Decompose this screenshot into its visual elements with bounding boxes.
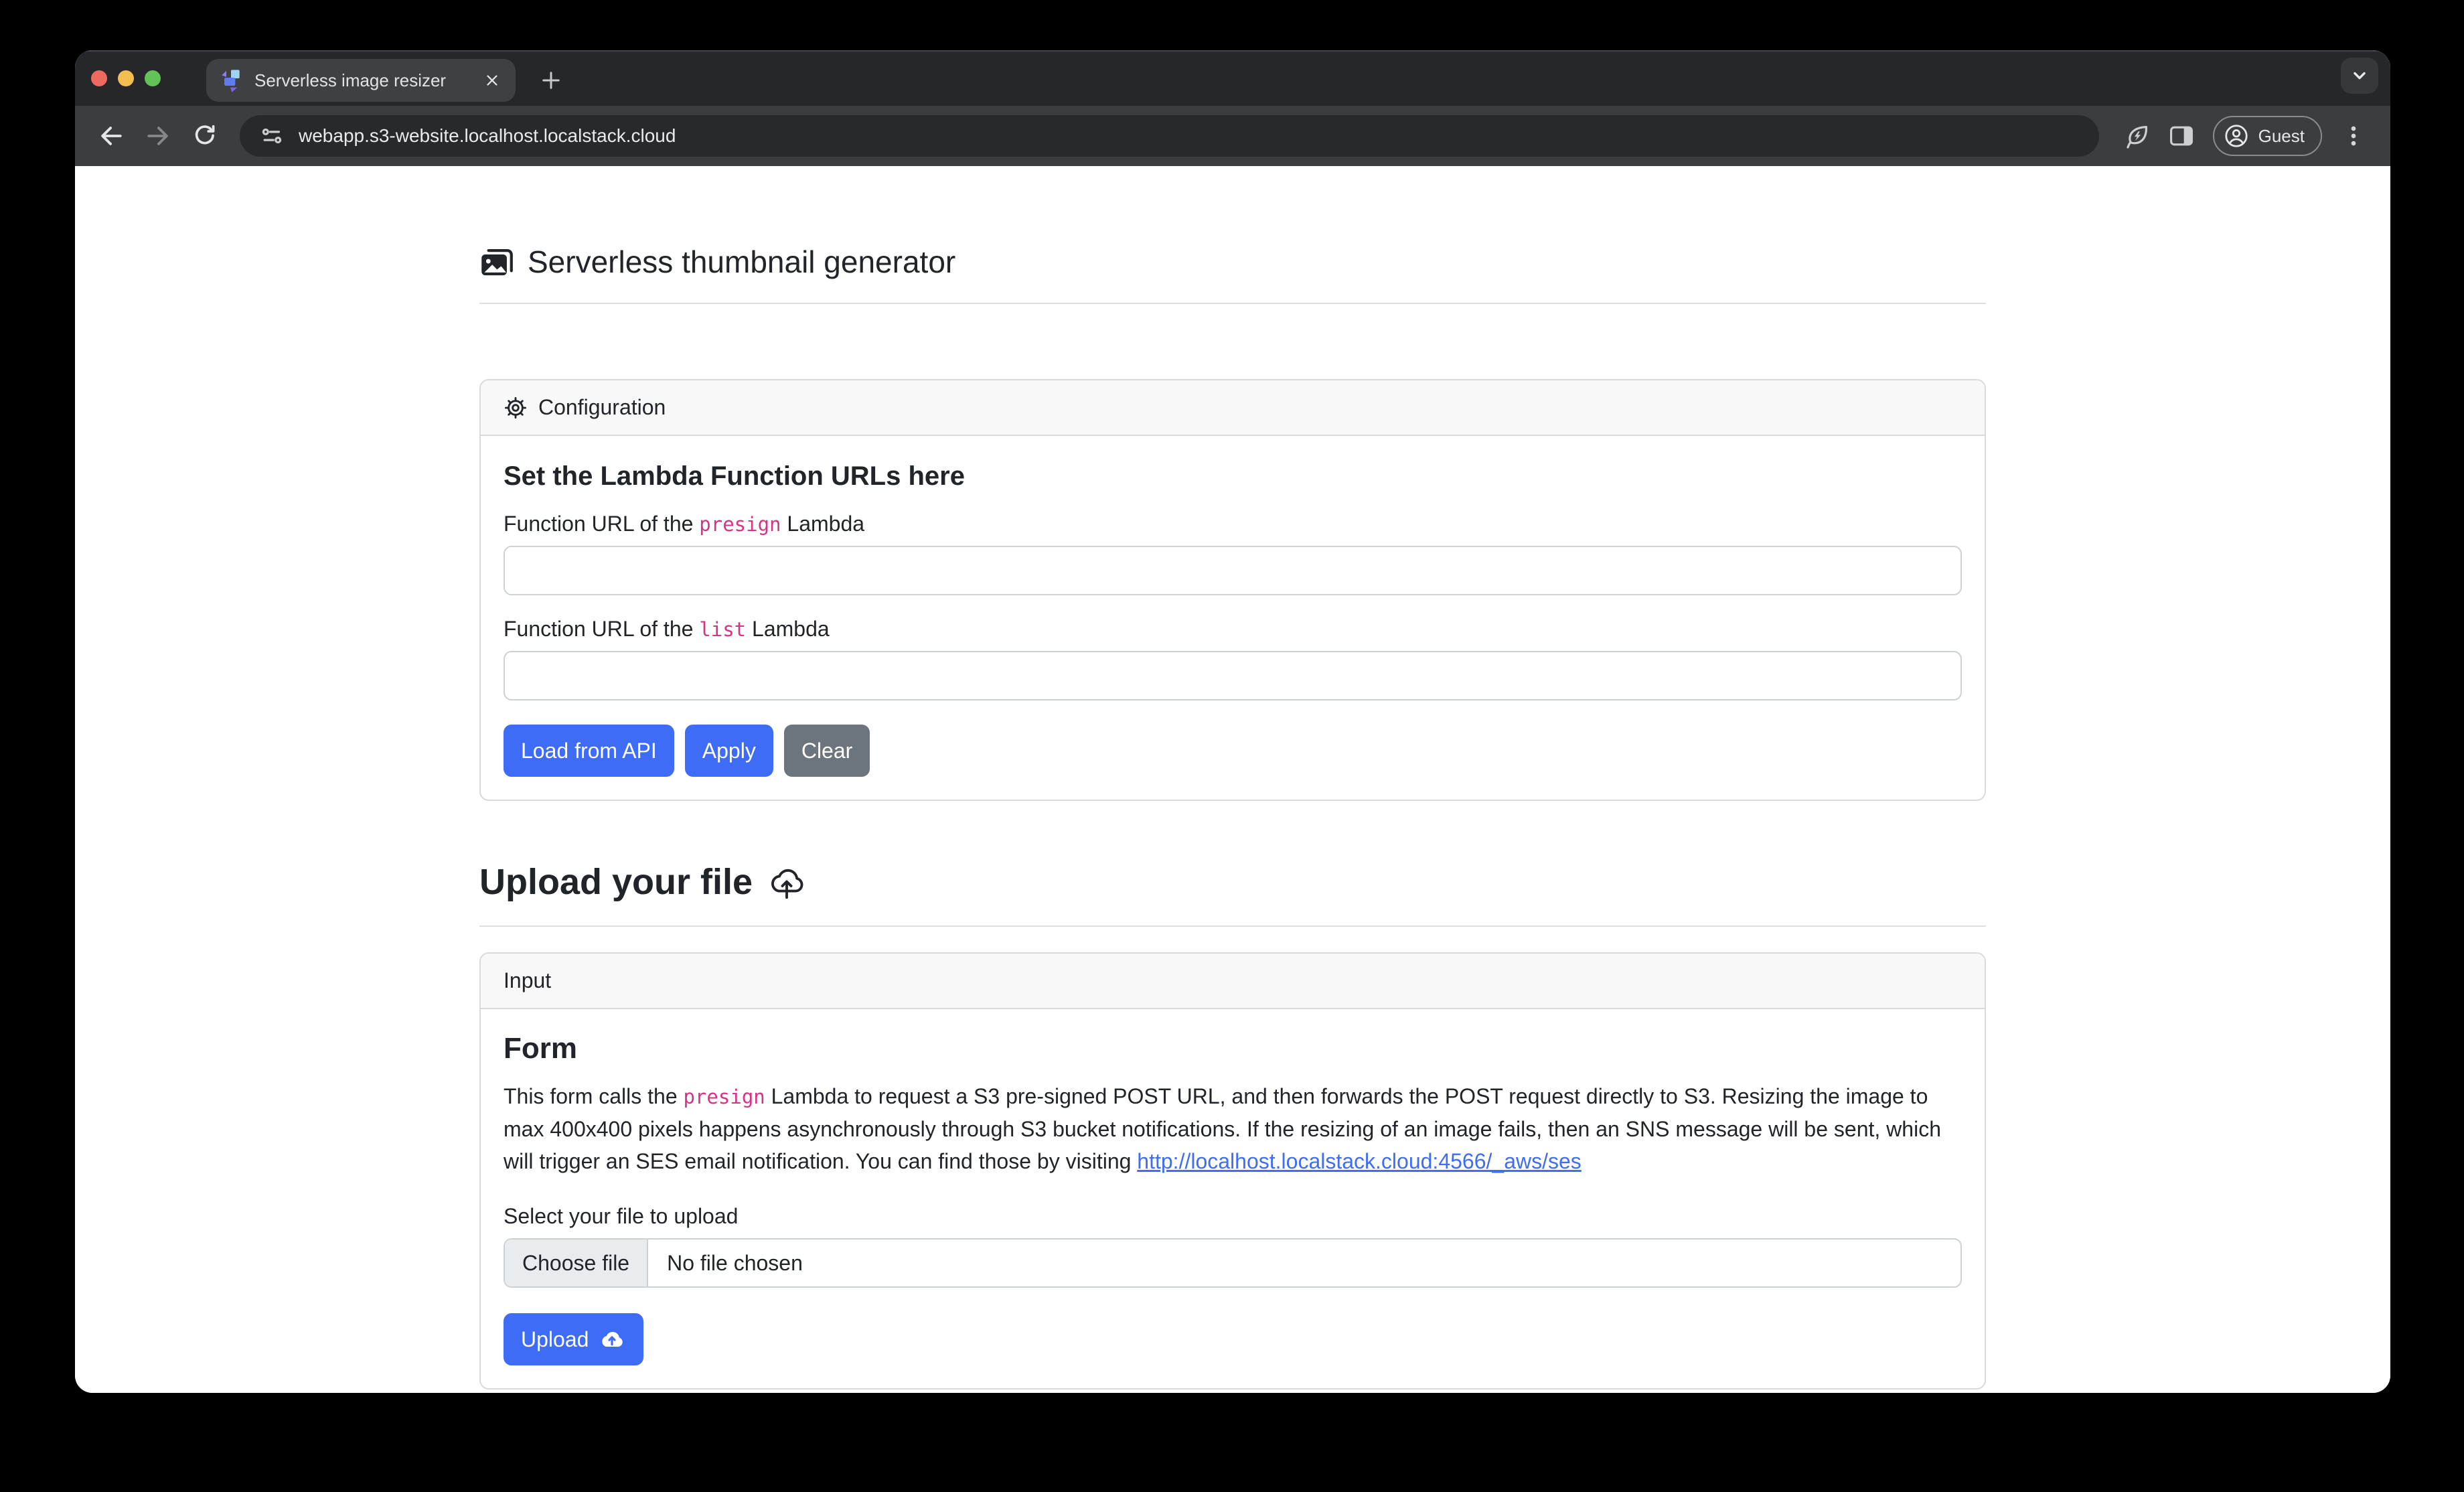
presign-code: presign (699, 513, 781, 536)
file-upload-label: Select your file to upload (504, 1204, 1962, 1229)
toolbar-right: Guest (2118, 116, 2373, 156)
zoom-window-button[interactable] (145, 70, 161, 86)
list-code: list (699, 618, 746, 641)
cloud-upload-fill-icon (598, 1325, 626, 1353)
divider (479, 303, 1986, 304)
gear-icon (504, 396, 528, 420)
config-heading: Set the Lambda Function URLs here (504, 461, 1962, 492)
tab-search-chevron-button[interactable] (2341, 58, 2378, 94)
reload-icon (191, 122, 219, 150)
file-chosen-status: No file chosen (648, 1240, 822, 1286)
choose-file-button[interactable]: Choose file (505, 1240, 648, 1286)
browser-menu-button[interactable] (2334, 117, 2373, 155)
configuration-card: Configuration Set the Lambda Function UR… (479, 379, 1986, 801)
tab-title: Serverless image resizer (254, 70, 481, 91)
description-part1: This form calls the (504, 1084, 684, 1108)
configuration-card-body: Set the Lambda Function URLs here Functi… (481, 436, 1985, 800)
clear-button[interactable]: Clear (784, 725, 870, 777)
upload-button-label: Upload (521, 1327, 589, 1352)
minimize-window-button[interactable] (118, 70, 134, 86)
presign-label-post: Lambda (781, 512, 865, 536)
browser-window: Serverless image resizer (75, 50, 2390, 1393)
list-label-pre: Function URL of the (504, 617, 699, 641)
input-card-header: Input (481, 954, 1985, 1009)
browser-toolbar: webapp.s3-website.localhost.localstack.c… (75, 106, 2390, 166)
tab-serverless-image-resizer[interactable]: Serverless image resizer (206, 59, 516, 102)
form-heading: Form (504, 1032, 1962, 1065)
back-arrow-icon (96, 121, 126, 151)
input-card: Input Form This form calls the presign L… (479, 952, 1986, 1390)
upload-button[interactable]: Upload (504, 1313, 643, 1365)
battery-saver-leaf-icon[interactable] (2118, 117, 2157, 155)
images-icon (479, 244, 514, 279)
web-page: Serverless thumbnail generator Configura… (75, 166, 2390, 1393)
apply-button[interactable]: Apply (685, 725, 773, 777)
list-url-input[interactable] (504, 651, 1962, 700)
page-title: Serverless thumbnail generator (479, 244, 1986, 280)
forward-button[interactable] (139, 117, 177, 155)
presign-url-label: Function URL of the presign Lambda (504, 512, 1962, 536)
form-description: This form calls the presign Lambda to re… (504, 1080, 1962, 1177)
input-header-label: Input (504, 968, 551, 993)
list-label-post: Lambda (746, 617, 830, 641)
tab-close-icon[interactable] (481, 69, 504, 92)
close-window-button[interactable] (91, 70, 107, 86)
new-tab-button[interactable] (534, 64, 568, 97)
person-circle-icon (2222, 122, 2250, 150)
ses-link[interactable]: http://localhost.localstack.cloud:4566/_… (1137, 1149, 1581, 1173)
file-input[interactable]: Choose file No file chosen (504, 1238, 1962, 1288)
traffic-lights (91, 70, 161, 86)
cloud-upload-icon (767, 863, 806, 901)
site-settings-icon (260, 124, 284, 148)
back-button[interactable] (92, 117, 130, 155)
presign-label-pre: Function URL of the (504, 512, 699, 536)
page-title-text: Serverless thumbnail generator (528, 244, 955, 280)
divider (479, 925, 1986, 927)
description-presign-code: presign (684, 1086, 765, 1108)
configuration-header-label: Configuration (538, 395, 666, 420)
three-dot-menu-icon (2340, 123, 2367, 149)
url-text[interactable]: webapp.s3-website.localhost.localstack.c… (299, 125, 676, 147)
upload-heading-text: Upload your file (479, 861, 753, 903)
guest-profile-button[interactable]: Guest (2213, 116, 2322, 156)
list-url-label: Function URL of the list Lambda (504, 617, 1962, 642)
upload-section-heading: Upload your file (479, 861, 1986, 903)
reload-button[interactable] (186, 117, 224, 155)
guest-label: Guest (2258, 126, 2305, 147)
chevron-down-icon (2348, 64, 2371, 87)
tab-strip: Serverless image resizer (75, 50, 2390, 106)
input-card-body: Form This form calls the presign Lambda … (481, 1009, 1985, 1388)
side-panel-icon[interactable] (2162, 117, 2201, 155)
forward-arrow-icon (143, 121, 173, 151)
presign-url-input[interactable] (504, 546, 1962, 595)
config-buttons-row: Load from API Apply Clear (504, 725, 1962, 777)
tab-favicon-icon (217, 67, 244, 94)
configuration-card-header: Configuration (481, 380, 1985, 436)
address-bar[interactable]: webapp.s3-website.localhost.localstack.c… (240, 115, 2099, 157)
load-from-api-button[interactable]: Load from API (504, 725, 674, 777)
